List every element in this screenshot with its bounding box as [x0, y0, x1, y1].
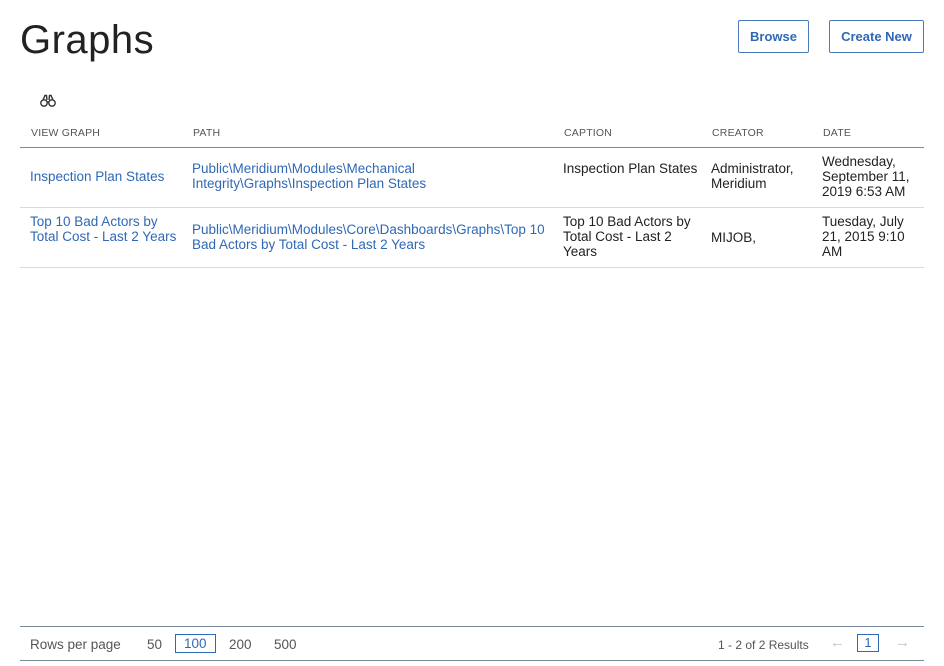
view-graph-link[interactable]: Top 10 Bad Actors by Total Cost - Last 2… [30, 214, 180, 244]
view-graph-link[interactable]: Inspection Plan States [30, 169, 180, 184]
graphs-table: VIEW GRAPH PATH CAPTION CREATOR DATE Ins… [20, 118, 924, 268]
page-title: Graphs [20, 18, 155, 62]
caption-cell: Top 10 Bad Actors by Total Cost - Last 2… [563, 214, 691, 259]
path-link[interactable]: Public\Meridium\Modules\Mechanical Integ… [192, 161, 552, 191]
date-cell: Tuesday, July 21, 2015 9:10 AM [822, 214, 905, 259]
column-header-path[interactable]: PATH [193, 127, 220, 139]
creator-cell: MIJOB, [711, 230, 757, 245]
create-new-button[interactable]: Create New [829, 20, 924, 53]
caption-cell: Inspection Plan States [563, 161, 698, 176]
pagination-bar: Rows per page 50 100 200 500 1 - 2 of 2 … [20, 626, 924, 661]
graphs-page: Graphs Browse Create New VIEW GRAPH PATH… [0, 0, 944, 666]
column-header-creator[interactable]: CREATOR [712, 127, 764, 139]
rows-per-page-200[interactable]: 200 [229, 637, 252, 652]
results-count: 1 - 2 of 2 Results [718, 638, 809, 652]
creator-cell: Administrator, Meridium [711, 161, 794, 191]
rows-per-page-label: Rows per page [30, 637, 121, 652]
arrow-right-icon[interactable]: → [895, 634, 910, 651]
binoculars-icon[interactable] [40, 94, 56, 108]
path-link[interactable]: Public\Meridium\Modules\Core\Dashboards\… [192, 222, 552, 252]
arrow-left-icon[interactable]: ← [830, 634, 845, 651]
table-row: Inspection Plan States Public\Meridium\M… [20, 148, 924, 208]
table-row: Top 10 Bad Actors by Total Cost - Last 2… [20, 208, 924, 268]
date-cell: Wednesday, September 11, 2019 6:53 AM [822, 154, 910, 199]
rows-per-page-100[interactable]: 100 [175, 634, 216, 653]
rows-per-page-500[interactable]: 500 [274, 637, 297, 652]
current-page-button[interactable]: 1 [857, 634, 879, 652]
table-header: VIEW GRAPH PATH CAPTION CREATOR DATE [20, 118, 924, 148]
rows-per-page-50[interactable]: 50 [147, 637, 162, 652]
column-header-view-graph[interactable]: VIEW GRAPH [31, 127, 100, 139]
browse-button[interactable]: Browse [738, 20, 809, 53]
column-header-date[interactable]: DATE [823, 127, 851, 139]
column-header-caption[interactable]: CAPTION [564, 127, 612, 139]
